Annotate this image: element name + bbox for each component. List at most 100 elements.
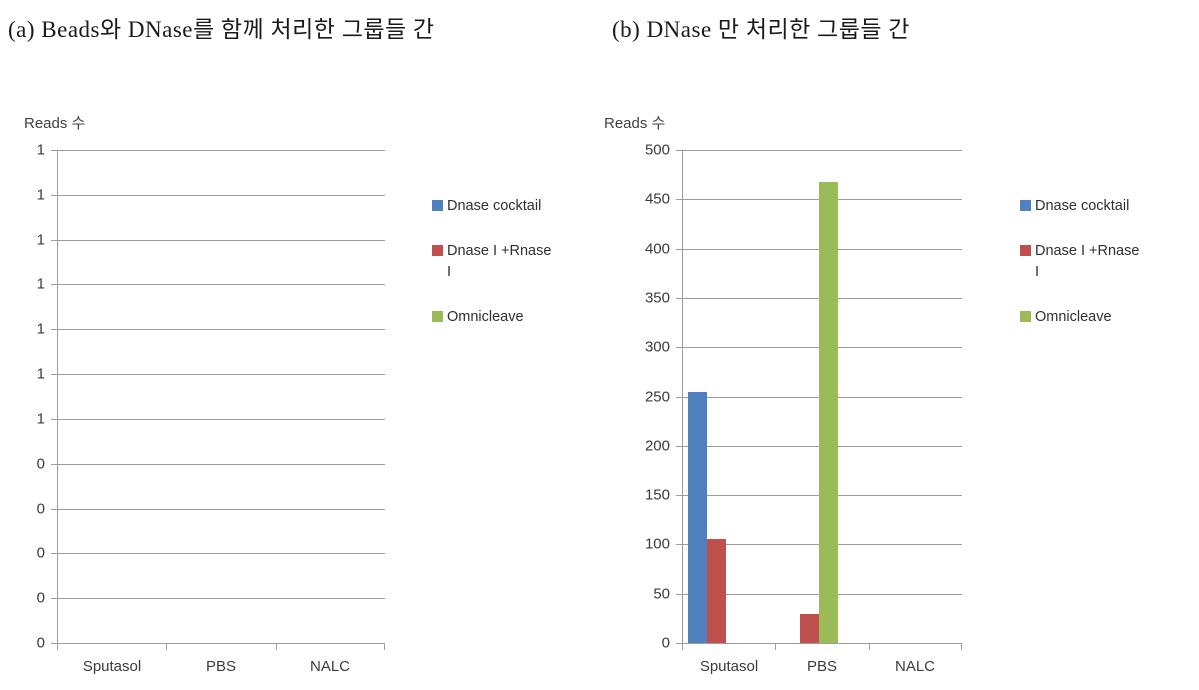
y-tick-mark — [676, 249, 682, 250]
figure-container: (a) Beads와 DNase를 함께 처리한 그룹들 간 (b) DNase… — [0, 0, 1199, 690]
x-tick-mark — [869, 644, 870, 650]
y-tick-mark — [51, 329, 57, 330]
y-tick-mark — [51, 509, 57, 510]
y-tick-label: 150 — [644, 486, 670, 504]
legend-label-series2-b: Dnase I +Rnase — [1035, 243, 1140, 260]
gridline — [57, 284, 385, 285]
gridline — [57, 150, 385, 151]
legend-label-series2: Dnase I +Rnase — [447, 243, 552, 260]
legend-entry-dnase-i-rnase-i-b[interactable]: Dnase I +Rnase I — [1020, 241, 1195, 283]
y-tick-label: 1 — [36, 186, 45, 204]
y-tick-label: 100 — [644, 535, 670, 553]
y-tick-label: 50 — [653, 585, 670, 603]
gridline — [57, 329, 385, 330]
y-tick-mark — [676, 594, 682, 595]
y-tick-mark — [51, 374, 57, 375]
gridline — [682, 643, 962, 644]
bar-sputasol-series2 — [707, 539, 726, 643]
y-tick-label: 0 — [36, 455, 45, 473]
y-tick-mark — [676, 199, 682, 200]
legend-swatch-icon-series2 — [432, 245, 443, 257]
y-axis-line-a — [57, 150, 58, 644]
y-tick-mark — [51, 464, 57, 465]
y-tick-label: 1 — [36, 320, 45, 338]
y-tick-label: 200 — [644, 437, 670, 455]
x-tick-label: Sputasol — [82, 658, 142, 675]
x-tick-label: Sputasol — [699, 658, 759, 675]
bar-pbs-series3 — [819, 182, 838, 643]
y-tick-label: 0 — [36, 634, 45, 652]
legend-entry-omnicleave-b[interactable]: Omnicleave — [1020, 307, 1195, 328]
legend-swatch-icon-series1-b — [1020, 200, 1031, 211]
y-axis-title-b: Reads 수 — [604, 115, 666, 132]
y-tick-label: 400 — [644, 240, 670, 258]
caption-row: (a) Beads와 DNase를 함께 처리한 그룹들 간 (b) DNase… — [0, 8, 1199, 48]
y-tick-mark — [51, 598, 57, 599]
y-tick-mark — [676, 495, 682, 496]
legend-swatch-icon-series1 — [432, 200, 443, 211]
legend-label-series3: Omnicleave — [447, 309, 524, 326]
y-tick-label: 0 — [36, 589, 45, 607]
x-tick-mark — [166, 644, 167, 650]
gridline — [57, 643, 385, 644]
legend-entry-dnase-cocktail-b[interactable]: Dnase cocktail — [1020, 196, 1195, 217]
y-tick-mark — [676, 544, 682, 545]
gridline — [57, 464, 385, 465]
y-tick-mark — [51, 419, 57, 420]
gridline — [57, 509, 385, 510]
legend-swatch-icon-series3-b — [1020, 311, 1031, 323]
y-tick-mark — [676, 298, 682, 299]
y-tick-label: 250 — [644, 388, 670, 406]
x-tick-mark — [57, 644, 58, 650]
y-tick-label: 0 — [661, 634, 670, 652]
legend-b: Dnase cocktail Dnase I +Rnase I Omniclea… — [1020, 196, 1195, 328]
y-tick-label: 1 — [36, 275, 45, 293]
x-tick-label: NALC — [309, 658, 351, 675]
y-tick-label: 500 — [644, 141, 670, 159]
y-tick-mark — [676, 397, 682, 398]
y-tick-mark — [51, 195, 57, 196]
y-tick-label: 1 — [36, 141, 45, 159]
chart-panel-a: Reads 수 1 1 1 1 1 1 1 0 0 0 0 0 Sputasol PBS NALC — [0, 100, 600, 690]
gridline — [57, 240, 385, 241]
gridline — [57, 553, 385, 554]
y-tick-label: 1 — [36, 410, 45, 428]
gridline — [57, 598, 385, 599]
legend-entry-dnase-cocktail[interactable]: Dnase cocktail — [432, 196, 597, 217]
x-tick-label: PBS — [205, 658, 237, 675]
y-tick-label: 450 — [644, 190, 670, 208]
legend-label-series1: Dnase cocktail — [447, 198, 542, 214]
y-tick-mark — [51, 284, 57, 285]
chart-panel-b: Reads 수 500 450 400 350 300 250 200 150 100 50 0 Sp… — [590, 100, 1199, 690]
plot-area-a: 1 1 1 1 1 1 1 0 0 0 0 0 Sputasol PBS NALC — [37, 142, 385, 675]
gridline — [682, 150, 962, 151]
y-tick-mark — [51, 553, 57, 554]
x-tick-mark — [682, 644, 683, 650]
legend-swatch-icon-series3 — [432, 311, 443, 323]
x-tick-label: PBS — [806, 658, 838, 675]
y-tick-label: 1 — [36, 231, 45, 249]
caption-a: (a) Beads와 DNase를 함께 처리한 그룹들 간 — [8, 17, 435, 42]
bar-sputasol-series1 — [688, 392, 707, 643]
legend-label-series2-line2-b: I — [1035, 264, 1040, 281]
legend-label-series2-line2: I — [447, 264, 452, 281]
y-tick-mark — [51, 150, 57, 151]
y-tick-label: 0 — [36, 544, 45, 562]
y-tick-label: 1 — [36, 365, 45, 383]
y-tick-label: 350 — [644, 289, 670, 307]
y-axis-title-a: Reads 수 — [24, 115, 86, 132]
bar-pbs-series2 — [800, 614, 819, 643]
gridline — [57, 374, 385, 375]
y-tick-mark — [676, 347, 682, 348]
plot-area-b: 500 450 400 350 300 250 200 150 100 50 0 Sputasol PB… — [645, 142, 962, 675]
legend-entry-dnase-i-rnase-i[interactable]: Dnase I +Rnase I — [432, 241, 597, 283]
legend-label-series1-b: Dnase cocktail — [1035, 198, 1130, 214]
gridline — [57, 419, 385, 420]
legend-label-series3-b: Omnicleave — [1035, 309, 1112, 326]
legend-entry-omnicleave[interactable]: Omnicleave — [432, 307, 597, 328]
y-tick-label: 300 — [644, 338, 670, 356]
caption-b: (b) DNase 만 처리한 그룹들 간 — [612, 17, 910, 42]
legend-swatch-icon-series2-b — [1020, 245, 1031, 257]
y-tick-mark — [51, 240, 57, 241]
y-tick-mark — [676, 150, 682, 151]
